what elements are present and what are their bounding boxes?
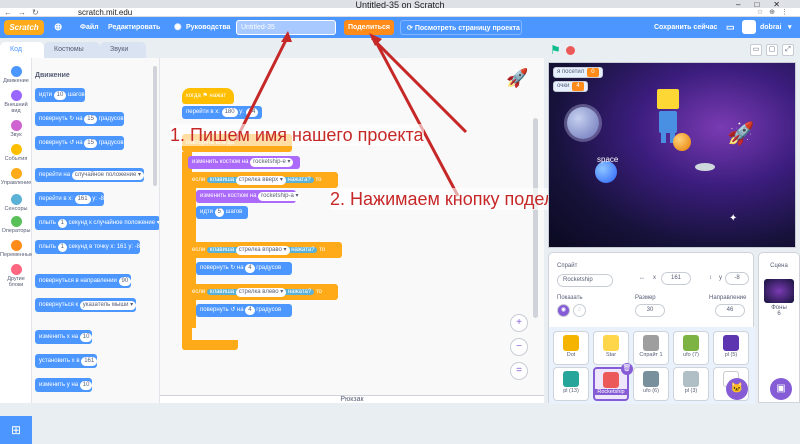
x-label: x — [653, 275, 656, 281]
planet-sprite[interactable] — [673, 133, 691, 151]
sprite-thumbnail — [603, 335, 619, 351]
size-label: Размер — [635, 295, 656, 301]
sprite-tile[interactable]: Star — [593, 331, 629, 365]
sprite-thumbnail — [643, 335, 659, 351]
stage-title: Сцена — [770, 263, 788, 269]
sprite-tile[interactable]: Спрайт 1 — [633, 331, 669, 365]
stage[interactable]: я посетил 0 очки 4 space 🚀 ✦ — [548, 62, 796, 248]
variable-monitor-score: очки 4 — [553, 81, 588, 92]
x-axis-icon: ↔ — [639, 275, 645, 281]
variable-monitor-visited: я посетил 0 — [553, 67, 603, 78]
planet-sprite[interactable] — [567, 107, 599, 139]
annotation-step1: 1. Пишем имя нашего проекта — [170, 124, 424, 146]
sprite-thumbnail — [563, 371, 579, 387]
size-input[interactable]: 30 — [635, 304, 665, 317]
backdrop-thumbnail — [764, 279, 794, 303]
add-sprite-button[interactable]: 🐱 — [726, 378, 748, 400]
green-flag-icon[interactable]: ⚑ — [550, 44, 561, 56]
sprite-thumbnail — [643, 371, 659, 387]
arrow-to-share-2 — [372, 37, 460, 197]
y-axis-icon: ↕ — [709, 275, 712, 281]
y-label: y — [719, 275, 722, 281]
ufo-sprite[interactable] — [695, 163, 715, 171]
sprite-name-input[interactable]: Rocketship — [557, 274, 613, 287]
show-label: Показать — [557, 295, 583, 301]
sprite-tile[interactable]: ufo (6) — [633, 367, 669, 401]
add-extension-button[interactable]: ⊞ — [0, 416, 32, 444]
show-eye-icon[interactable]: ◉ — [557, 304, 570, 317]
sprite-label: Спрайт — [557, 263, 578, 269]
arrow-to-share — [370, 36, 468, 134]
sprite-thumbnail — [723, 335, 739, 351]
delete-sprite-icon[interactable]: 🗑 — [621, 363, 633, 375]
planet-sprite[interactable] — [595, 161, 617, 183]
stage-controls: ⚑ ▭ ▢ ⤢ — [544, 38, 800, 62]
small-stage-icon[interactable]: ▭ — [750, 44, 762, 56]
sprite-thumbnail — [603, 372, 619, 388]
star-sprite[interactable]: ✦ — [729, 213, 737, 224]
large-stage-icon[interactable]: ▢ — [766, 44, 778, 56]
backdrops-count: 6 — [777, 311, 781, 317]
sprite-tile[interactable]: pl (5) — [713, 331, 749, 365]
hide-eye-icon[interactable]: ◌ — [573, 304, 586, 317]
sprite-info-pane: Спрайт Rocketship ↔ x 161 ↕ y -8 Показат… — [548, 252, 755, 404]
space-text: space — [597, 155, 619, 164]
y-input[interactable]: -8 — [725, 272, 749, 285]
direction-input[interactable]: 46 — [715, 304, 745, 317]
direction-label: Направление — [709, 295, 747, 301]
fullscreen-icon[interactable]: ⤢ — [782, 44, 794, 56]
sprite-tile[interactable]: pl (3) — [673, 367, 709, 401]
sprite-thumbnail — [683, 371, 699, 387]
sprite-list: Dot Star Спрайт 1 ufo (7) pl (5) pl (13)… — [549, 327, 755, 404]
arrow-to-title-head — [281, 31, 292, 42]
add-backdrop-button[interactable]: ▣ — [770, 378, 792, 400]
sprite-tile[interactable]: Dot — [553, 331, 589, 365]
sprite-thumbnail — [563, 335, 579, 351]
x-input[interactable]: 161 — [661, 272, 691, 285]
rocket-sprite[interactable]: 🚀 — [727, 121, 754, 147]
stop-icon[interactable] — [566, 46, 575, 55]
sprite-thumbnail — [683, 335, 699, 351]
sprite-tile[interactable]: pl (13) — [553, 367, 589, 401]
sprite-tile[interactable]: ufo (7) — [673, 331, 709, 365]
